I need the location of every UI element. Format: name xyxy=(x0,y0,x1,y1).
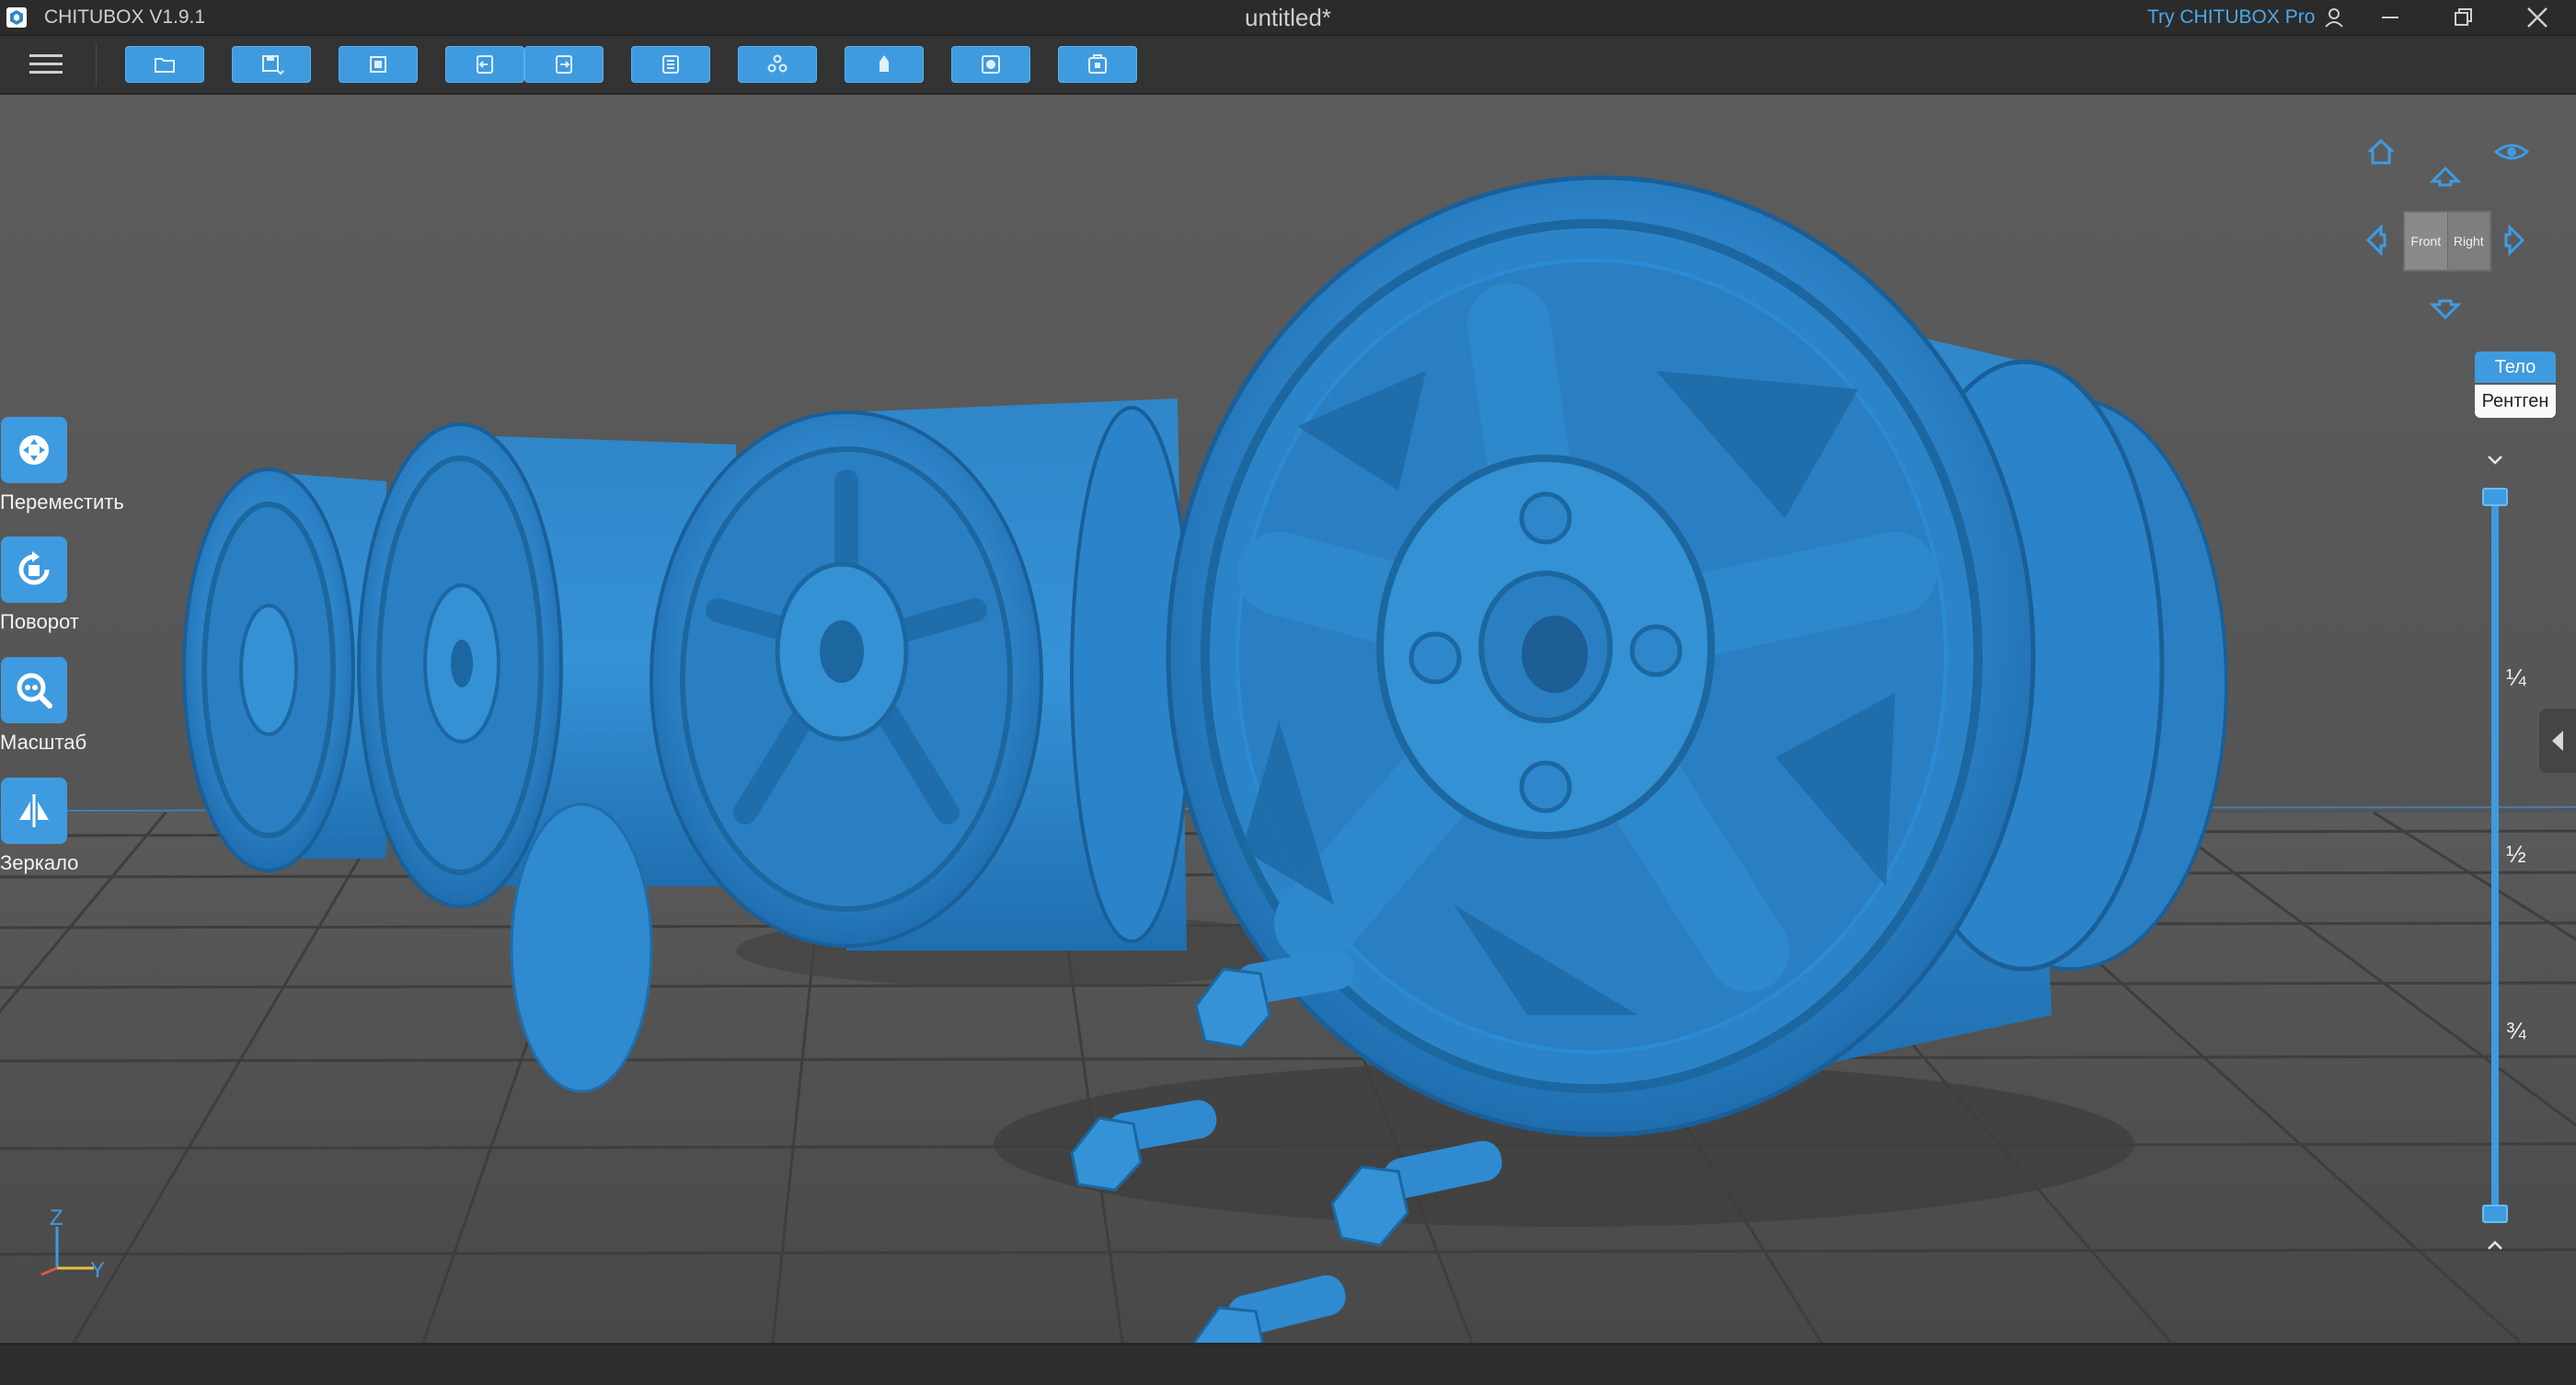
wheel-model-3 xyxy=(650,398,1193,951)
redo-icon xyxy=(556,55,572,74)
view-right-arrow-icon[interactable] xyxy=(2502,224,2530,257)
mirror-icon xyxy=(19,794,49,827)
save-button[interactable] xyxy=(232,46,311,83)
mirror-tool-button[interactable] xyxy=(1,778,67,844)
hamburger-line xyxy=(29,71,63,74)
toolbar-divider xyxy=(96,43,97,86)
scale-icon xyxy=(17,673,52,709)
z-axis-label: Z xyxy=(50,1206,63,1230)
user-icon[interactable] xyxy=(2320,4,2348,31)
move-tool[interactable]: Переместить xyxy=(0,417,156,514)
wheel-model-1 xyxy=(182,467,386,872)
restore-button[interactable] xyxy=(2427,0,2501,35)
hole-icon xyxy=(1088,54,1107,74)
status-bar xyxy=(0,1344,2576,1385)
layout-icon xyxy=(767,54,788,73)
close-icon xyxy=(2527,7,2547,28)
scene-render xyxy=(0,175,2576,1343)
list-icon xyxy=(662,55,679,74)
dig-hole-button[interactable] xyxy=(1058,46,1137,83)
move-tool-button[interactable] xyxy=(1,417,67,483)
rotate-tool[interactable]: Поворот xyxy=(0,537,156,634)
model-list-button[interactable] xyxy=(631,46,710,83)
folder-icon xyxy=(155,58,175,73)
undo-button[interactable] xyxy=(445,46,524,83)
move-tool-label: Переместить xyxy=(0,491,124,514)
minimize-button[interactable] xyxy=(2353,0,2427,35)
move-icon xyxy=(19,435,49,465)
hollow-icon xyxy=(982,55,1000,74)
rotate-icon xyxy=(18,551,50,585)
redo-button[interactable] xyxy=(524,46,604,83)
view-cube-right[interactable]: Right xyxy=(2447,213,2490,270)
rotate-tool-label: Поворот xyxy=(0,610,79,633)
clip-slider-top-handle[interactable] xyxy=(2482,488,2508,506)
3d-viewport[interactable]: Z Y Переместить Поворот Масштаб Зеркало … xyxy=(0,95,2576,1343)
scale-tool-button[interactable] xyxy=(1,657,67,723)
view-cube[interactable]: Front Right xyxy=(2403,211,2491,271)
view-left-arrow-icon[interactable] xyxy=(2361,224,2388,257)
center-cap-model xyxy=(510,802,653,1093)
support-icon xyxy=(880,55,889,72)
import-model-button[interactable] xyxy=(339,46,418,83)
home-view-icon[interactable] xyxy=(2364,135,2398,168)
import-icon xyxy=(370,56,386,73)
clip-slider-track[interactable] xyxy=(2491,495,2499,1215)
undo-icon xyxy=(477,55,493,74)
app-name: CHITUBOX V1.9.1 xyxy=(44,6,206,28)
scale-tool-label: Масштаб xyxy=(0,731,87,754)
save-icon xyxy=(262,55,284,75)
panel-toggle-button[interactable] xyxy=(2539,709,2576,773)
xray-mode-button[interactable]: Рентген xyxy=(2475,385,2556,418)
restore-icon xyxy=(2455,8,2472,26)
scale-tool[interactable]: Масштаб xyxy=(0,657,156,755)
hollow-button[interactable] xyxy=(951,46,1030,83)
slider-tick-half: ½ xyxy=(2506,840,2526,868)
hamburger-line xyxy=(29,54,63,57)
chitubox-logo-icon xyxy=(6,7,27,28)
body-mode-button[interactable]: Тело xyxy=(2475,352,2556,383)
title-bar: CHITUBOX V1.9.1 untitled* Try CHITUBOX P… xyxy=(0,0,2576,36)
axis-gizmo: Z Y xyxy=(40,1206,105,1282)
chevron-left-icon xyxy=(2552,731,2563,751)
try-pro-link[interactable]: Try CHITUBOX Pro xyxy=(2147,6,2315,29)
view-up-arrow-icon[interactable] xyxy=(2429,161,2462,189)
minimize-icon xyxy=(2382,17,2398,18)
supports-button[interactable] xyxy=(845,46,924,83)
chevron-up-icon[interactable] xyxy=(2484,1234,2506,1256)
slider-tick-quarter: ¼ xyxy=(2506,664,2526,691)
close-button[interactable] xyxy=(2501,0,2574,35)
menu-button[interactable] xyxy=(26,49,66,80)
mirror-tool-label: Зеркало xyxy=(0,851,79,874)
hamburger-line xyxy=(29,63,63,65)
auto-layout-button[interactable] xyxy=(738,46,817,83)
slider-tick-three-quarters: ¾ xyxy=(2506,1017,2526,1045)
open-file-button[interactable] xyxy=(125,46,204,83)
chevron-down-icon[interactable] xyxy=(2484,449,2506,471)
view-down-arrow-icon[interactable] xyxy=(2429,297,2462,325)
mirror-tool[interactable]: Зеркало xyxy=(0,778,156,875)
eye-icon[interactable] xyxy=(2493,137,2530,167)
y-axis-label: Y xyxy=(90,1258,105,1282)
rotate-tool-button[interactable] xyxy=(1,537,67,603)
main-toolbar xyxy=(0,36,2576,95)
clip-slider-bottom-handle[interactable] xyxy=(2482,1205,2508,1223)
view-cube-front[interactable]: Front xyxy=(2405,213,2448,270)
